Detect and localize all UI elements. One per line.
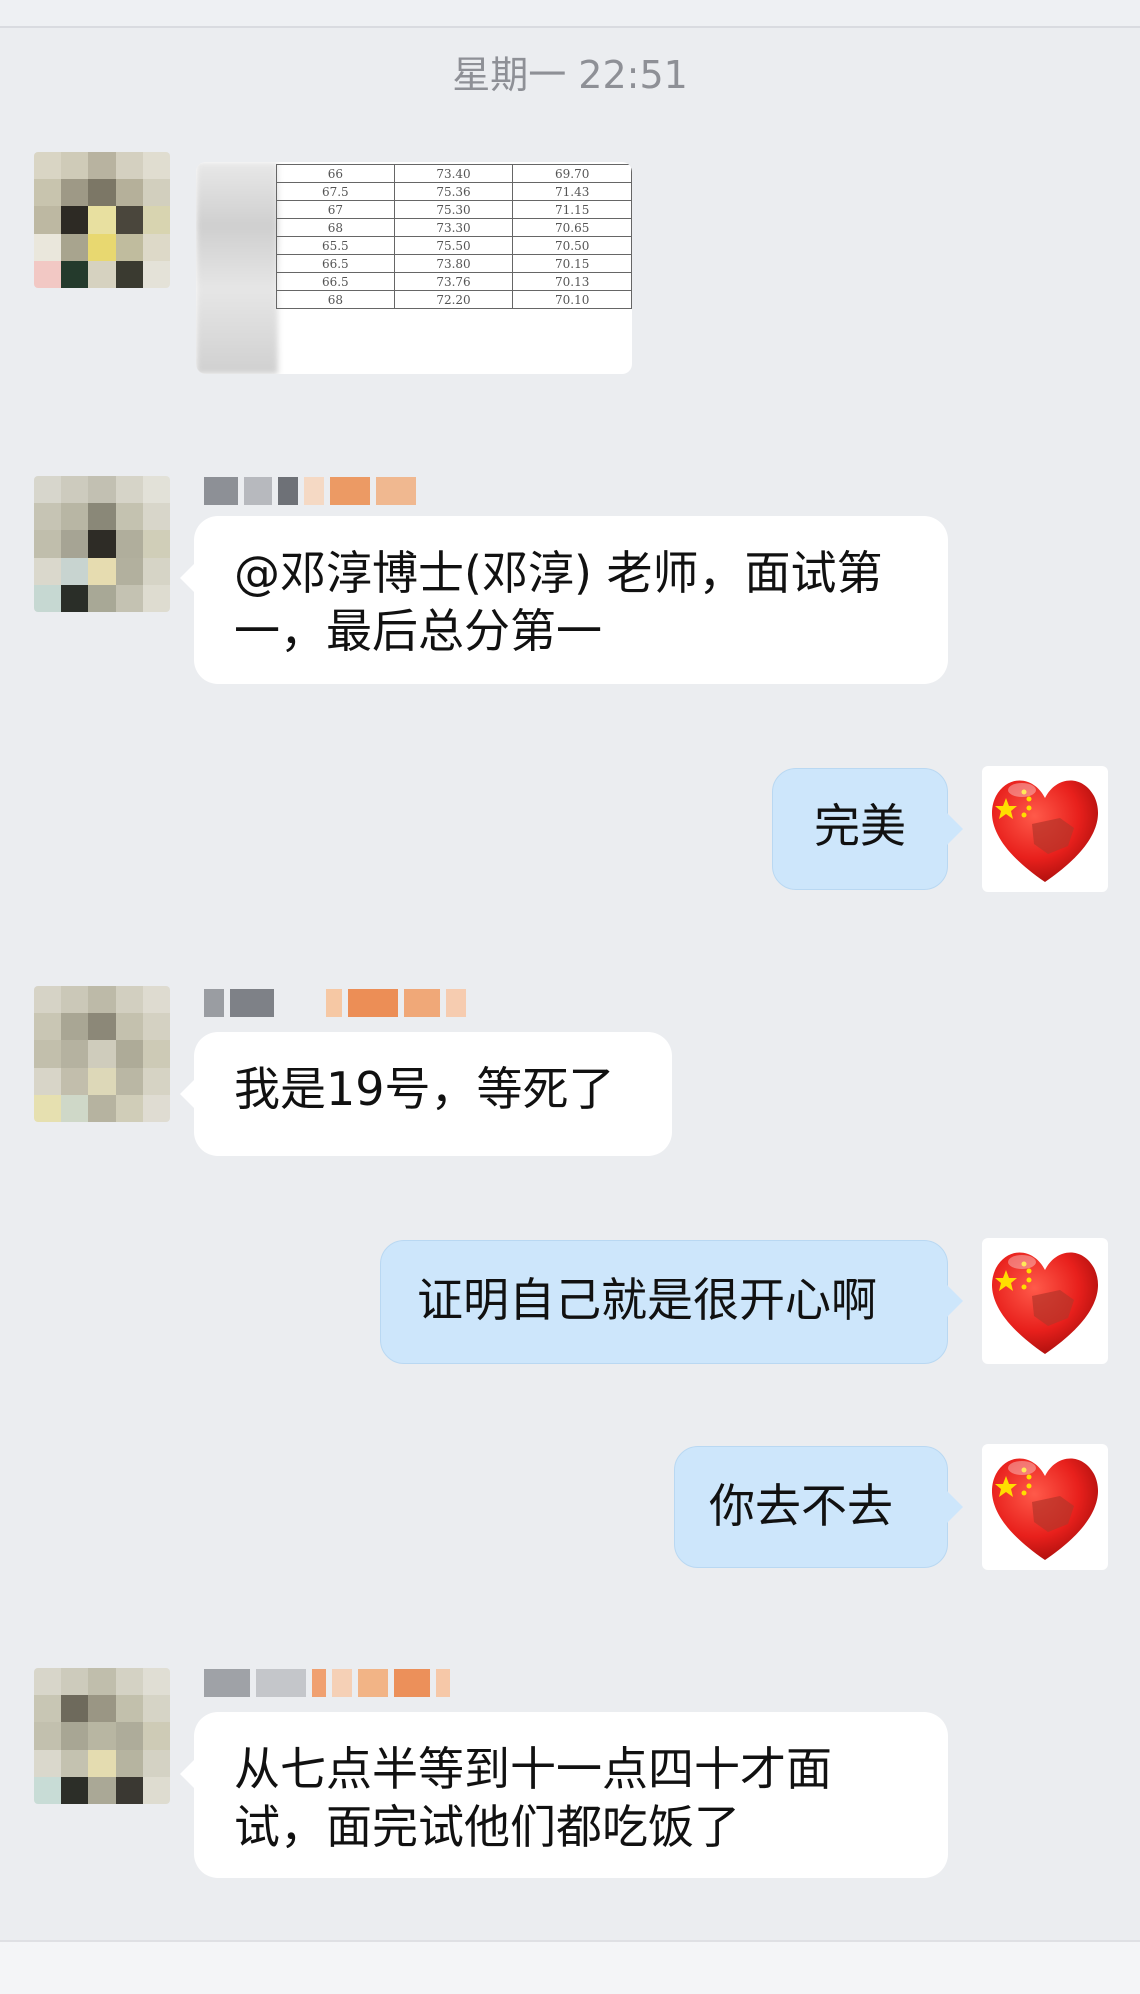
message-text: 证明自己就是很开心啊 [417,1273,877,1327]
table-cell: 75.30 [393,200,514,219]
table-cell: 70.15 [512,254,632,273]
table-cell: 65.5 [276,236,395,255]
message-text: 从七点半等到十一点四十才面试，面完试他们都吃饭了 [234,1742,832,1854]
table-cell: 70.65 [512,218,632,237]
table-cell: 71.15 [512,200,632,219]
input-toolbar[interactable] [0,1940,1140,1994]
contact-nickname [204,474,416,508]
table-row: 66.5 73.80 70.15 [276,254,632,273]
timestamp: 星期一 22:51 [452,53,688,97]
table-cell: 73.40 [393,164,514,183]
self-avatar[interactable] [982,1444,1108,1570]
image-message[interactable]: 66 73.40 69.70 67.5 75.36 71.43 67 75.30 71.15 68… [196,162,632,374]
message-text: 我是19号，等死了 [234,1062,615,1116]
table-row: 68 72.20 70.10 [276,290,632,309]
top-bar [0,0,1140,28]
contact-avatar[interactable] [34,1668,170,1804]
table-cell: 67 [276,200,395,219]
message-text: @邓淳博士(邓淳) 老师，面试第一，最后总分第一 [234,546,883,658]
table-cell: 69.70 [512,164,632,183]
table-cell: 70.13 [512,272,632,291]
table-cell: 66.5 [276,272,395,291]
contact-avatar[interactable] [34,986,170,1122]
table-cell: 66 [276,164,395,183]
self-avatar[interactable] [982,766,1108,892]
contact-nickname [204,1666,450,1700]
table-cell: 68 [276,290,395,309]
table-cell: 75.50 [393,236,514,255]
heart-with-china-flag-icon [991,1458,1099,1560]
message-bubble[interactable]: 完美 [772,768,963,890]
table-row: 66 73.40 69.70 [276,164,632,183]
table-cell: 70.50 [512,236,632,255]
table-row: 67 75.30 71.15 [276,200,632,219]
message-bubble[interactable]: 从七点半等到十一点四十才面试，面完试他们都吃饭了 [180,1712,948,1878]
contact-avatar[interactable] [34,476,170,612]
message-text: 你去不去 [709,1479,893,1533]
table-cell: 70.10 [512,290,632,309]
heart-with-china-flag-icon [991,1252,1099,1354]
table-row: 68 73.30 70.65 [276,218,632,237]
message-bubble[interactable]: @邓淳博士(邓淳) 老师，面试第一，最后总分第一 [180,516,948,684]
message-text: 完美 [814,799,906,853]
table-cell: 67.5 [276,182,395,201]
table-cell: 73.76 [393,272,514,291]
score-table: 66 73.40 69.70 67.5 75.36 71.43 67 75.30 71.15 68… [276,164,632,309]
self-avatar[interactable] [982,1238,1108,1364]
table-row: 65.5 75.50 70.50 [276,236,632,255]
image-blur [196,162,278,374]
table-cell: 73.30 [393,218,514,237]
contact-avatar[interactable] [34,152,170,288]
table-cell: 68 [276,218,395,237]
table-cell: 75.36 [393,182,514,201]
table-cell: 66.5 [276,254,395,273]
table-row: 66.5 73.76 70.13 [276,272,632,291]
table-cell: 72.20 [393,290,514,309]
message-bubble[interactable]: 我是19号，等死了 [180,1032,672,1156]
heart-with-china-flag-icon [991,780,1099,882]
table-cell: 71.43 [512,182,632,201]
contact-nickname [204,986,466,1020]
table-cell: 73.80 [393,254,514,273]
message-bubble[interactable]: 证明自己就是很开心啊 [380,1240,963,1364]
message-bubble[interactable]: 你去不去 [674,1446,963,1568]
table-row: 67.5 75.36 71.43 [276,182,632,201]
